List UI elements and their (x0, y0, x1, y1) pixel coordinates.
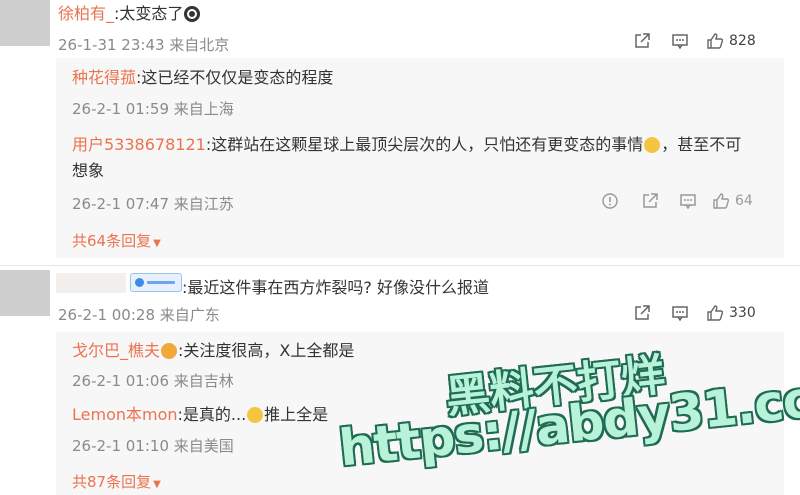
dropdown-triangle-icon: ▼ (153, 238, 161, 249)
like-button[interactable]: 828 (706, 32, 756, 50)
comment-2-body: :最近这件事在西方炸裂吗? 好像没什么报道 (128, 273, 489, 299)
emoji-icon (184, 6, 201, 22)
comment-1-author[interactable]: 徐柏有_ (58, 4, 114, 23)
laughing-emoji-icon (247, 407, 264, 423)
like-button[interactable]: 64 (712, 192, 753, 210)
avatar[interactable] (0, 270, 50, 316)
like-icon (707, 305, 724, 321)
share-icon[interactable] (640, 192, 660, 210)
comment-icon[interactable] (670, 32, 690, 50)
reply-2-1-author[interactable]: 戈尔巴_樵夫 (72, 341, 160, 360)
like-count: 64 (735, 193, 753, 209)
like-count: 330 (729, 305, 756, 321)
reply-1-2-text-cont: ，甚至不可 (661, 135, 742, 154)
emoji-icon (644, 137, 661, 153)
reply-2-2-text-cont: 推上全是 (264, 405, 329, 424)
reply-1-2-time: 26-2-1 07:47 来自江苏 (72, 195, 234, 213)
comment-icon[interactable] (670, 304, 690, 322)
reply-2-1-text: :关注度很高，X上全都是 (178, 341, 355, 360)
reply-2-2-time: 26-2-1 01:10 来自美国 (72, 437, 234, 455)
verified-badge-icon (130, 273, 182, 292)
reply-1-2-text: :这群站在这颗星球上最顶尖层次的人，只怕还有更变态的事情 (205, 135, 644, 154)
more-replies-link-2[interactable]: 共87条回复 ▼ (72, 471, 161, 492)
comment-2-actions: 330 (632, 304, 756, 322)
comment-1-actions: 828 (632, 32, 756, 50)
comment-2-time: 26-2-1 00:28 来自广东 (58, 306, 220, 324)
reply-1-1-text: :这已经不仅仅是变态的程度 (136, 68, 334, 87)
reply-1-1-time: 26-2-1 01:59 来自上海 (72, 100, 234, 118)
like-button[interactable]: 330 (706, 304, 756, 322)
reply-1-2-body: 用户5338678121:这群站在这颗星球上最顶尖层次的人，只怕还有更变态的事情… (72, 134, 741, 156)
reply-1-1-author[interactable]: 种花得菰 (72, 68, 136, 87)
like-count: 828 (729, 33, 756, 49)
comment-1-text: :太变态了 (114, 4, 184, 23)
reply-2-2-author[interactable]: Lemon本mon (72, 405, 178, 424)
reply-1-2-actions: 64 (600, 192, 753, 210)
reply-2-1-body: 戈尔巴_樵夫 :关注度很高，X上全都是 (72, 340, 354, 362)
share-icon[interactable] (632, 32, 652, 50)
report-icon[interactable] (600, 192, 620, 210)
dropdown-triangle-icon: ▼ (153, 479, 161, 490)
share-icon[interactable] (632, 304, 652, 322)
author-name-redacted (56, 273, 126, 293)
divider (0, 265, 800, 266)
more-replies-label: 共64条回复 (72, 232, 152, 250)
reply-1-2-text-line2: 想象 (72, 161, 105, 180)
comment-1-body: 徐柏有_:太变态了 (58, 3, 201, 25)
like-icon (707, 33, 724, 49)
avatar[interactable] (0, 0, 50, 46)
reply-2-2-body: Lemon本mon:是真的... 推上全是 (72, 404, 328, 426)
crown-icon (161, 343, 178, 359)
reply-2-1-time: 26-2-1 01:06 来自吉林 (72, 372, 234, 390)
reply-1-1-body: 种花得菰:这已经不仅仅是变态的程度 (72, 67, 333, 89)
comment-icon[interactable] (678, 192, 698, 210)
reply-2-2-text: :是真的... (177, 405, 247, 424)
more-replies-link-1[interactable]: 共64条回复 ▼ (72, 230, 161, 251)
comment-1-time: 26-1-31 23:43 来自北京 (58, 36, 230, 54)
comment-2-text: :最近这件事在西方炸裂吗? 好像没什么报道 (182, 278, 489, 297)
reply-1-2-author[interactable]: 用户5338678121 (72, 135, 206, 154)
like-icon (713, 193, 730, 209)
more-replies-label: 共87条回复 (72, 473, 152, 491)
